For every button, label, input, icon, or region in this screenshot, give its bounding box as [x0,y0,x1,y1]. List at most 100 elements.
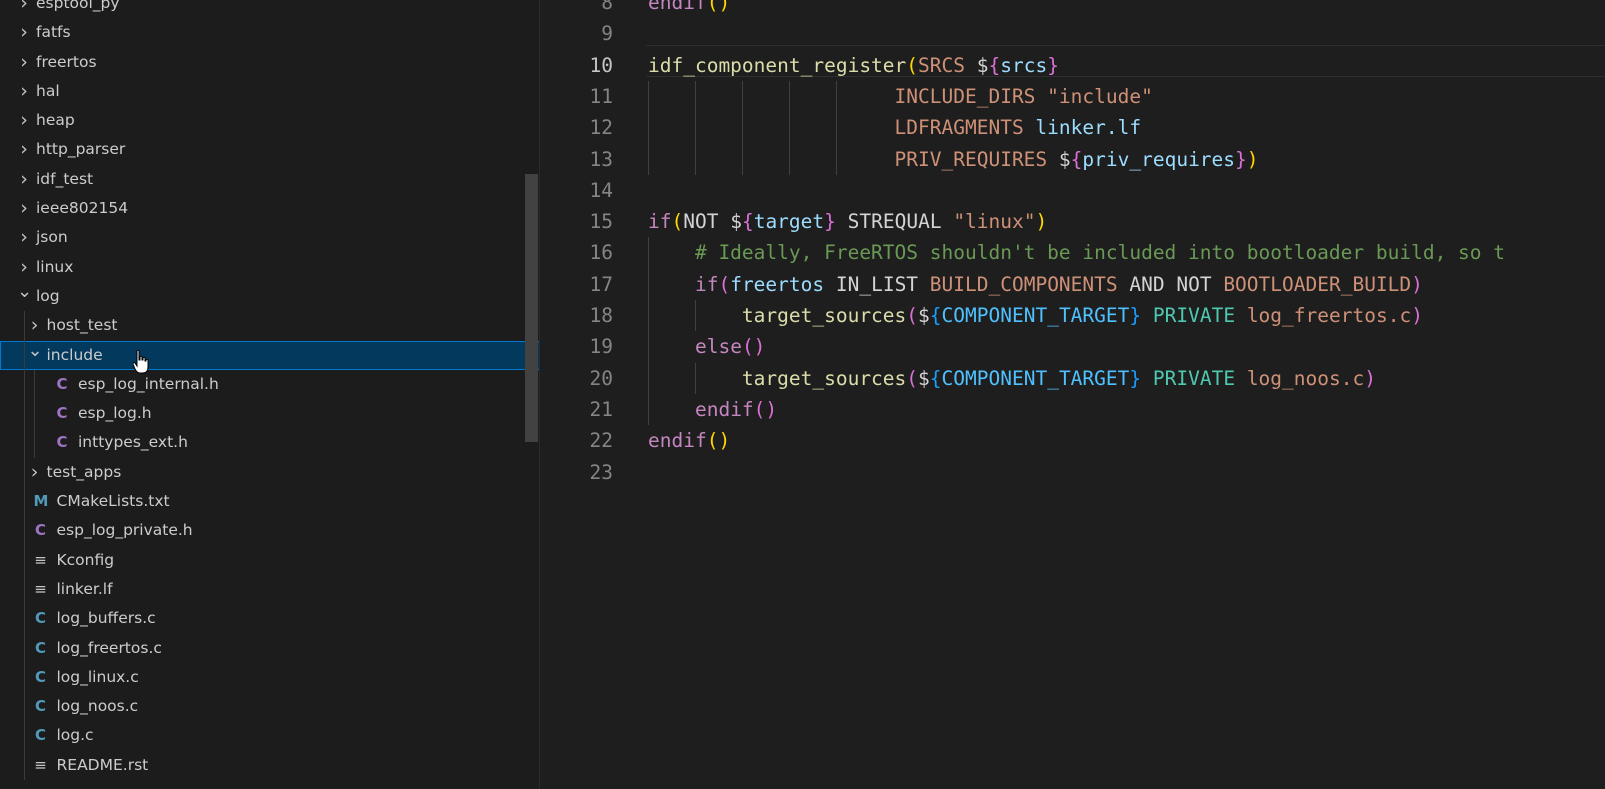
chevron-right-icon[interactable]: › [17,194,31,223]
tree-file-inttypes-ext-h[interactable]: Cinttypes_ext.h [0,428,540,458]
code-token: PRIVATE [1152,366,1236,390]
tree-folder-esptool-py[interactable]: › esptool_py [0,0,540,18]
tree-file-log-linux-c[interactable]: Clog_linux.c [0,662,540,693]
line-number: 12 [589,116,613,140]
line-number: 17 [589,272,613,296]
tree-folder-hal[interactable]: › hal [0,77,540,106]
code-editor[interactable]: 8 endif() 9 10 idf_component_register(SRCS $… [540,0,1605,789]
tree-folder-linux[interactable]: › linux [0,253,540,282]
code-line[interactable]: endif() [648,425,730,457]
code-token: ( [906,304,919,327]
chevron-right-icon[interactable]: › [17,77,31,106]
tree-file-log-c[interactable]: Clog.c [0,721,540,751]
code-token: { [988,53,1001,77]
tree-file-esp-log-internal-h[interactable]: Cesp_log_internal.h [0,369,540,400]
tree-item-label: esp_log_internal.h [78,374,219,393]
explorer-scrollbar[interactable] [525,174,538,442]
code-token: { [741,210,754,234]
code-line[interactable]: target_sources(${COMPONENT_TARGET} PRIVA… [648,363,1376,395]
tree-item-label: esptool_py [36,0,120,12]
chevron-right-icon[interactable]: › [17,48,31,77]
chevron-right-icon[interactable]: › [28,458,42,487]
tree-file-esp-log-private-h[interactable]: Cesp_log_private.h [0,516,540,546]
c-file-icon: C [34,697,46,716]
chevron-right-icon[interactable]: › [17,253,31,282]
tree-file-readme-rst[interactable]: ≡ README.rst [0,750,540,781]
code-line[interactable]: else() [648,331,765,363]
tree-file-kconfig[interactable]: ≡ Kconfig [0,545,540,575]
chevron-right-icon[interactable]: › [17,165,31,194]
tree-folder-log[interactable]: ⌄ log [0,281,540,311]
code-token: } [824,210,836,234]
line-number: 13 [589,147,613,171]
indent-guide [34,369,35,400]
tree-file-log-buffers-c[interactable]: Clog_buffers.c [0,604,540,634]
indent-guide [741,80,743,175]
code-line[interactable]: if(NOT ${target} STREQUAL "linux") [648,206,1047,238]
tree-item-label: log_noos.c [56,697,139,716]
indent-guide [24,721,25,751]
tree-folder-heap[interactable]: › heap [0,106,540,135]
tree-folder-freertos[interactable]: › freertos [0,48,540,77]
line-number: 16 [589,241,613,265]
line-number: 18 [589,304,613,327]
tree-folder-include[interactable]: ⌄ include [0,340,540,370]
tree-folder-ieee802154[interactable]: › ieee802154 [0,194,540,223]
code-line[interactable]: idf_component_register(SRCS ${srcs} [648,50,1059,82]
code-line[interactable]: # Ideally, FreeRTOS shouldn't be include… [648,237,1505,269]
tree-folder-test-apps[interactable]: › test_apps [0,457,540,488]
code-token: () [741,335,766,359]
chevron-down-icon[interactable]: ⌄ [17,281,32,302]
tree-folder-idf-test[interactable]: › idf_test [0,165,540,194]
tree-file-esp-log-h[interactable]: Cesp_log.h [0,399,540,429]
tree-folder-json[interactable]: › json [0,223,540,252]
chevron-down-icon[interactable]: ⌄ [28,340,43,361]
c-file-icon: C [34,609,46,628]
code-line[interactable]: endif() [648,0,730,19]
code-token: ) [1035,210,1048,234]
tree-item-label: json [36,228,68,247]
line-number: 15 [589,210,613,234]
c-file-icon: C [34,667,46,686]
text-file-icon: ≡ [34,755,47,774]
code-token: { [1070,147,1083,171]
code-line[interactable]: INCLUDE_DIRS "include" [648,81,1153,113]
indent-guide [24,662,25,693]
c-file-icon: C [56,433,68,452]
tree-item-label: freertos [36,52,97,71]
tree-folder-fatfs[interactable]: › fatfs [0,18,540,47]
indent-guide [835,80,837,175]
tree-folder-host-test[interactable]: › host_test [0,311,540,341]
indent-guide [24,399,25,429]
code-line[interactable]: endif() [648,394,777,426]
indent-guide [694,362,696,394]
chevron-right-icon[interactable]: › [17,106,31,135]
tree-item-label: log_freertos.c [56,638,162,657]
tree-file-cmakelists-txt[interactable]: M CMakeLists.txt [0,487,540,517]
code-line[interactable]: if(freertos IN_LIST BUILD_COMPONENTS AND… [648,269,1423,301]
line-number: 21 [589,397,613,421]
code-line[interactable]: LDFRAGMENTS linker.lf [648,112,1142,144]
indent-guide [24,633,25,663]
code-token: ( [906,53,919,77]
explorer-sidebar: › esptool_py › fatfs › freertos › hal › heap › http… [0,0,540,789]
tree-item-label: http_parser [36,140,126,159]
chevron-right-icon[interactable]: › [17,223,31,252]
tree-file-log-freertos-c[interactable]: Clog_freertos.c [0,633,540,663]
tree-folder-http-parser[interactable]: › http_parser [0,135,540,164]
tree-item-label: Kconfig [56,550,115,569]
tree-file-linker-lf[interactable]: ≡ linker.lf [0,574,540,605]
code-token: INCLUDE_DIRS [648,84,1048,108]
code-line[interactable]: PRIV_REQUIRES ${priv_requires}) [648,144,1259,176]
code-token: "linux" [953,210,1036,234]
code-line[interactable]: target_sources(${COMPONENT_TARGET} PRIVA… [648,300,1423,332]
chevron-right-icon[interactable]: › [28,311,42,340]
chevron-right-icon[interactable]: › [17,135,31,164]
chevron-right-icon[interactable]: › [17,0,31,18]
c-file-icon: C [34,726,46,745]
chevron-right-icon[interactable]: › [17,18,31,47]
tree-file-log-noos-c[interactable]: Clog_noos.c [0,692,540,722]
